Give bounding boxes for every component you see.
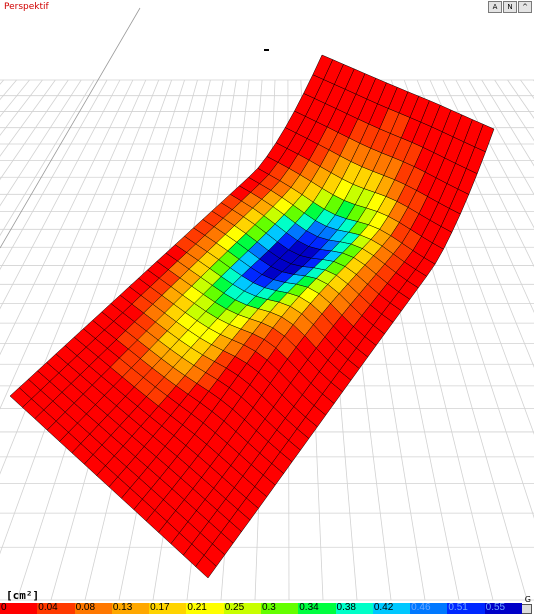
toolbar-button-n[interactable]: N xyxy=(503,1,517,13)
corner-button[interactable] xyxy=(521,604,532,614)
legend-segment: 0.3 xyxy=(260,602,299,614)
legend-segment: 0.42 xyxy=(372,602,411,614)
legend-value-label: 0.08 xyxy=(75,602,96,613)
view-title: Perspektif xyxy=(4,2,49,12)
legend-value-label: 0.3 xyxy=(261,602,276,613)
legend-value-label: 0.17 xyxy=(150,602,170,613)
legend-segment: 0.51 xyxy=(447,602,485,614)
legend-segment: 0.25 xyxy=(223,602,261,614)
legend-segment: 0 xyxy=(0,602,38,614)
legend-value-label: 0.51 xyxy=(448,602,468,613)
legend-segment: 0.21 xyxy=(186,602,224,614)
legend-value-label: 0.04 xyxy=(38,602,58,613)
legend-value-label: 0.13 xyxy=(112,602,133,613)
perspective-viewport[interactable]: Perspektif A N ^ [cm²] G 0 0.04 0.08 0.13 0.… xyxy=(0,0,534,614)
legend-segment: 0.34 xyxy=(298,602,336,614)
toolbar-button-a[interactable]: A xyxy=(488,1,502,13)
legend-value-label: 0.38 xyxy=(336,602,356,613)
legend-value-label: 0.55 xyxy=(485,602,506,613)
legend-value-label: 0.46 xyxy=(411,602,431,613)
legend-value-label: 0.34 xyxy=(299,602,319,613)
colored-mesh-surface xyxy=(9,54,495,579)
legend-segment: 0.38 xyxy=(335,602,373,614)
legend-segment: 0.46 xyxy=(410,602,448,614)
legend-value-label: 0.25 xyxy=(224,602,245,613)
cursor-marker-icon xyxy=(264,49,269,51)
legend-segment: 0.04 xyxy=(37,602,75,614)
toolbar-button-up-icon[interactable]: ^ xyxy=(518,1,532,13)
legend-value-label: 0 xyxy=(1,602,7,613)
color-legend-bar: 0 0.04 0.08 0.13 0.17 0.21 0.25 0.3 0.34 0.38 0.42… xyxy=(0,602,522,614)
view-toolbar: A N ^ xyxy=(488,1,532,13)
legend-segment: 0.17 xyxy=(149,602,187,614)
legend-value-label: 0.42 xyxy=(373,602,394,613)
legend-segment: 0.08 xyxy=(74,602,112,614)
legend-segment: 0.55 xyxy=(484,602,522,614)
legend-value-label: 0.21 xyxy=(187,602,207,613)
surface-plot[interactable] xyxy=(0,0,534,614)
legend-unit-label: [cm²] xyxy=(6,589,40,602)
corner-label: G xyxy=(524,595,531,604)
legend-segment: 0.13 xyxy=(111,602,150,614)
